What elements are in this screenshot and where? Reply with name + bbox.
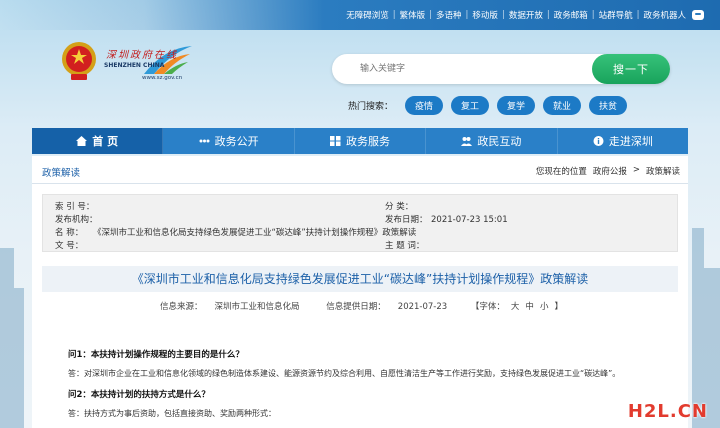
breadcrumb-link-current[interactable]: 政策解读 [646, 165, 680, 177]
nav-gov-affairs[interactable]: 政务公开 [163, 128, 295, 154]
top-link-open-data[interactable]: 数据开放 [509, 9, 543, 21]
skyline-building [0, 248, 14, 428]
hot-tag[interactable]: 复工 [451, 96, 490, 115]
hot-tag[interactable]: 复学 [497, 96, 536, 115]
search-box: 搜一下 [332, 54, 670, 84]
font-size-switch: 【字体：大中小】 [470, 302, 563, 312]
article-title: 《深圳市工业和信息化局支持绿色发展促进工业“碳达峰”扶持计划操作规程》政策解读 [42, 266, 678, 292]
dots-icon [199, 139, 210, 143]
top-link-mailbox[interactable]: 政务邮箱 [554, 9, 588, 21]
breadcrumb-path: 您现在的位置 政府公报 > 政策解读 [536, 165, 680, 177]
location-label: 您现在的位置 [535, 167, 587, 177]
national-emblem-icon [62, 42, 96, 80]
robot-icon[interactable] [692, 10, 704, 20]
top-link-site-nav[interactable]: 站群导航 [599, 9, 633, 21]
logo-title: 深圳政府在线 [106, 50, 178, 61]
hot-tag[interactable]: 疫情 [405, 96, 444, 115]
date-info: 信息提供日期： 2021-07-23 [326, 302, 448, 312]
search-input[interactable] [360, 61, 590, 77]
top-link-accessible[interactable]: 无障碍浏览 [346, 9, 389, 21]
hot-search-label: 热门搜索： [348, 102, 394, 112]
main-content: 索 引 号： 分 类： 发布机构： 发布日期： 2021-07-23 15:01 … [32, 184, 688, 428]
font-small-link[interactable]: 小 [540, 302, 549, 312]
top-link-mobile[interactable]: 移动版 [472, 9, 498, 21]
font-large-link[interactable]: 大 [511, 302, 520, 312]
top-bar: 无障碍浏览 | 繁体版 | 多语种 | 移动版 | 数据开放 | 政务邮箱 | 站群导航 | … [0, 0, 720, 30]
breadcrumb: 政策解读 您现在的位置 政府公报 > 政策解读 [32, 156, 688, 184]
grid-icon [330, 136, 341, 146]
top-links: 无障碍浏览 | 繁体版 | 多语种 | 移动版 | 数据开放 | 政务邮箱 | 站群导航 | … [346, 9, 704, 21]
document-meta: 索 引 号： 分 类： 发布机构： 发布日期： 2021-07-23 15:01 … [42, 194, 678, 252]
main-nav: 首 页 政务公开 政务服务 政民互动 走进深圳 [32, 128, 688, 154]
top-link-traditional[interactable]: 繁体版 [400, 9, 426, 21]
logo-url: www.sz.gov.cn [142, 75, 183, 81]
hot-tag[interactable]: 就业 [543, 96, 582, 115]
meta-keywords: 主 题 词： [385, 241, 425, 251]
info-icon [593, 136, 604, 146]
nav-label: 政民互动 [477, 135, 522, 148]
nav-label: 走进深圳 [608, 135, 653, 148]
hot-search: 热门搜索： 疫情 复工 复学 就业 扶贫 [348, 96, 628, 115]
answer-1: 答：对深圳市企业在工业和信息化领域的绿色制造体系建设、能源资源节约及综合利用、自… [68, 369, 621, 378]
nav-home[interactable]: 首 页 [32, 128, 164, 154]
nav-label: 政务公开 [214, 135, 259, 148]
meta-date: 发布日期： 2021-07-23 15:01 [385, 215, 508, 225]
hot-tag[interactable]: 扶贫 [589, 96, 628, 115]
meta-issuer: 发布机构： [55, 215, 98, 225]
top-link-languages[interactable]: 多语种 [436, 9, 462, 21]
question-2: 问2：本扶持计划的扶持方式是什么？ [68, 390, 210, 400]
home-icon [76, 136, 88, 146]
skyline-building [692, 228, 704, 428]
font-medium-link[interactable]: 中 [525, 302, 534, 312]
nav-label: 政务服务 [346, 135, 391, 148]
skyline-building [14, 288, 24, 428]
nav-label: 首 页 [92, 135, 119, 148]
nav-about-shenzhen[interactable]: 走进深圳 [558, 128, 688, 154]
source-info: 信息来源： 深圳市工业和信息化局 [160, 302, 300, 312]
question-1: 问1：本扶持计划操作规程的主要目的是什么？ [68, 350, 244, 360]
watermark: H2L.CN [627, 401, 708, 422]
nav-interaction[interactable]: 政民互动 [426, 128, 558, 154]
article-info: 信息来源： 深圳市工业和信息化局 信息提供日期： 2021-07-23 【字体：大中… [32, 300, 688, 312]
breadcrumb-link-gazette[interactable]: 政府公报 [593, 165, 627, 177]
breadcrumb-separator: > [632, 165, 640, 175]
meta-name: 名 称： 《深圳市工业和信息化局支持绿色发展促进工业“碳达峰”扶持计划操作规程》政… [55, 228, 417, 238]
people-icon [461, 137, 473, 146]
top-link-robot[interactable]: 政务机器人 [643, 9, 686, 21]
logo-english: SHENZHEN CHINA [104, 62, 165, 69]
nav-services[interactable]: 政务服务 [295, 128, 427, 154]
meta-index: 索 引 号： [55, 202, 95, 212]
section-title: 政策解读 [42, 168, 81, 179]
meta-doc-number: 文 号： [55, 241, 84, 251]
search-button[interactable]: 搜一下 [592, 54, 670, 84]
answer-2: 答：扶持方式为事后资助，包括直接资助、奖励两种形式： [68, 409, 276, 418]
meta-category: 分 类： [385, 202, 414, 212]
